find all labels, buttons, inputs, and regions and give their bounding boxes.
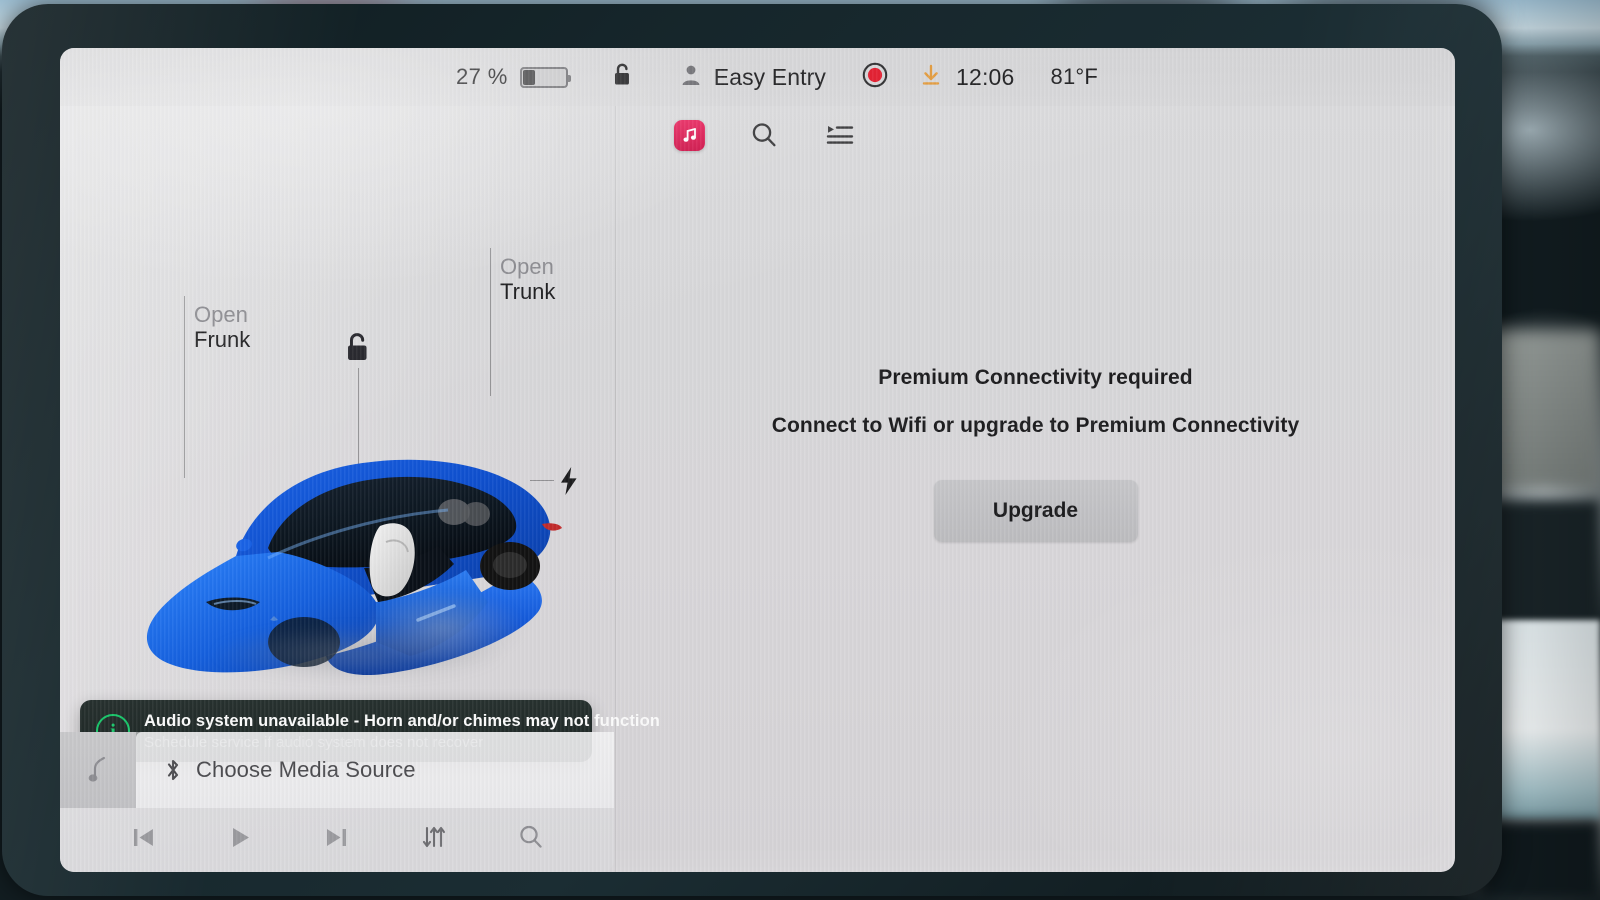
premium-connectivity-empty-state: Premium Connectivity required Connect to… <box>616 366 1455 542</box>
search-icon[interactable] <box>747 118 781 152</box>
empty-state-message: Connect to Wifi or upgrade to Premium Co… <box>771 414 1300 437</box>
search-icon[interactable] <box>516 822 546 852</box>
battery-fill <box>522 69 535 85</box>
battery-percentage: 27 % <box>456 64 508 89</box>
touchscreen-display: 27 % Easy Entry 12:06 81°F Open Frunk Op… <box>60 48 1455 872</box>
empty-state-heading: Premium Connectivity required <box>878 366 1193 389</box>
music-note-icon <box>88 756 106 782</box>
software-download-icon[interactable] <box>920 63 942 92</box>
dashcam-record-icon[interactable] <box>862 62 888 93</box>
battery-icon <box>519 66 571 88</box>
media-player-panel: Choose Media Source <box>60 732 614 872</box>
music-app-icon[interactable] <box>674 119 705 151</box>
vehicle-panel: Open Frunk Open Trunk i Audio system una… <box>60 106 660 872</box>
car-rear-seat <box>462 502 490 526</box>
choose-media-source-button[interactable]: Choose Media Source <box>136 732 614 808</box>
media-app-panel: Premium Connectivity required Connect to… <box>616 106 1455 872</box>
equalizer-sliders-icon[interactable] <box>419 822 449 852</box>
album-art-placeholder[interactable] <box>60 732 136 808</box>
media-app-tabbar <box>674 118 857 152</box>
profile-name[interactable]: Easy Entry <box>714 64 826 91</box>
unlocked-padlock-icon[interactable] <box>612 62 634 93</box>
open-frunk-label-bottom: Frunk <box>194 327 251 353</box>
media-source-label: Choose Media Source <box>196 757 416 782</box>
playlist-queue-icon[interactable] <box>823 118 857 152</box>
status-bar: 27 % Easy Entry 12:06 81°F <box>60 48 1455 106</box>
playback-controls <box>60 808 614 872</box>
clock: 12:06 <box>955 63 1015 90</box>
outside-temperature[interactable]: 81°F <box>1051 64 1099 90</box>
upgrade-button[interactable]: Upgrade <box>933 480 1138 542</box>
car-visualization: Open Frunk Open Trunk <box>60 106 616 692</box>
person-icon[interactable] <box>680 63 702 92</box>
open-frunk-button[interactable]: Open Frunk <box>194 302 250 352</box>
open-frunk-label-top: Open <box>194 302 248 327</box>
battery-cap <box>567 74 571 82</box>
skip-next-icon[interactable] <box>322 822 352 852</box>
background-door-panel <box>1490 500 1600 630</box>
open-trunk-label-bottom: Trunk <box>500 279 556 305</box>
vehicle-ground-reflection <box>328 586 558 690</box>
trunk-connector-line <box>490 248 491 396</box>
play-icon[interactable] <box>225 822 255 852</box>
car-rear-rim <box>493 552 527 578</box>
vehicle-lock-toggle[interactable] <box>343 331 373 370</box>
notification-title: Audio system unavailable - Horn and/or c… <box>144 711 660 730</box>
vehicle-render-model-3[interactable] <box>118 406 578 696</box>
media-source-row: Choose Media Source <box>60 732 614 808</box>
open-trunk-label-top: Open <box>500 254 554 279</box>
screen-bezel: 27 % Easy Entry 12:06 81°F Open Frunk Op… <box>2 4 1502 896</box>
skip-previous-icon[interactable] <box>128 822 158 852</box>
open-trunk-button[interactable]: Open Trunk <box>500 254 555 304</box>
background-window <box>1496 620 1600 820</box>
bluetooth-icon <box>167 759 179 781</box>
